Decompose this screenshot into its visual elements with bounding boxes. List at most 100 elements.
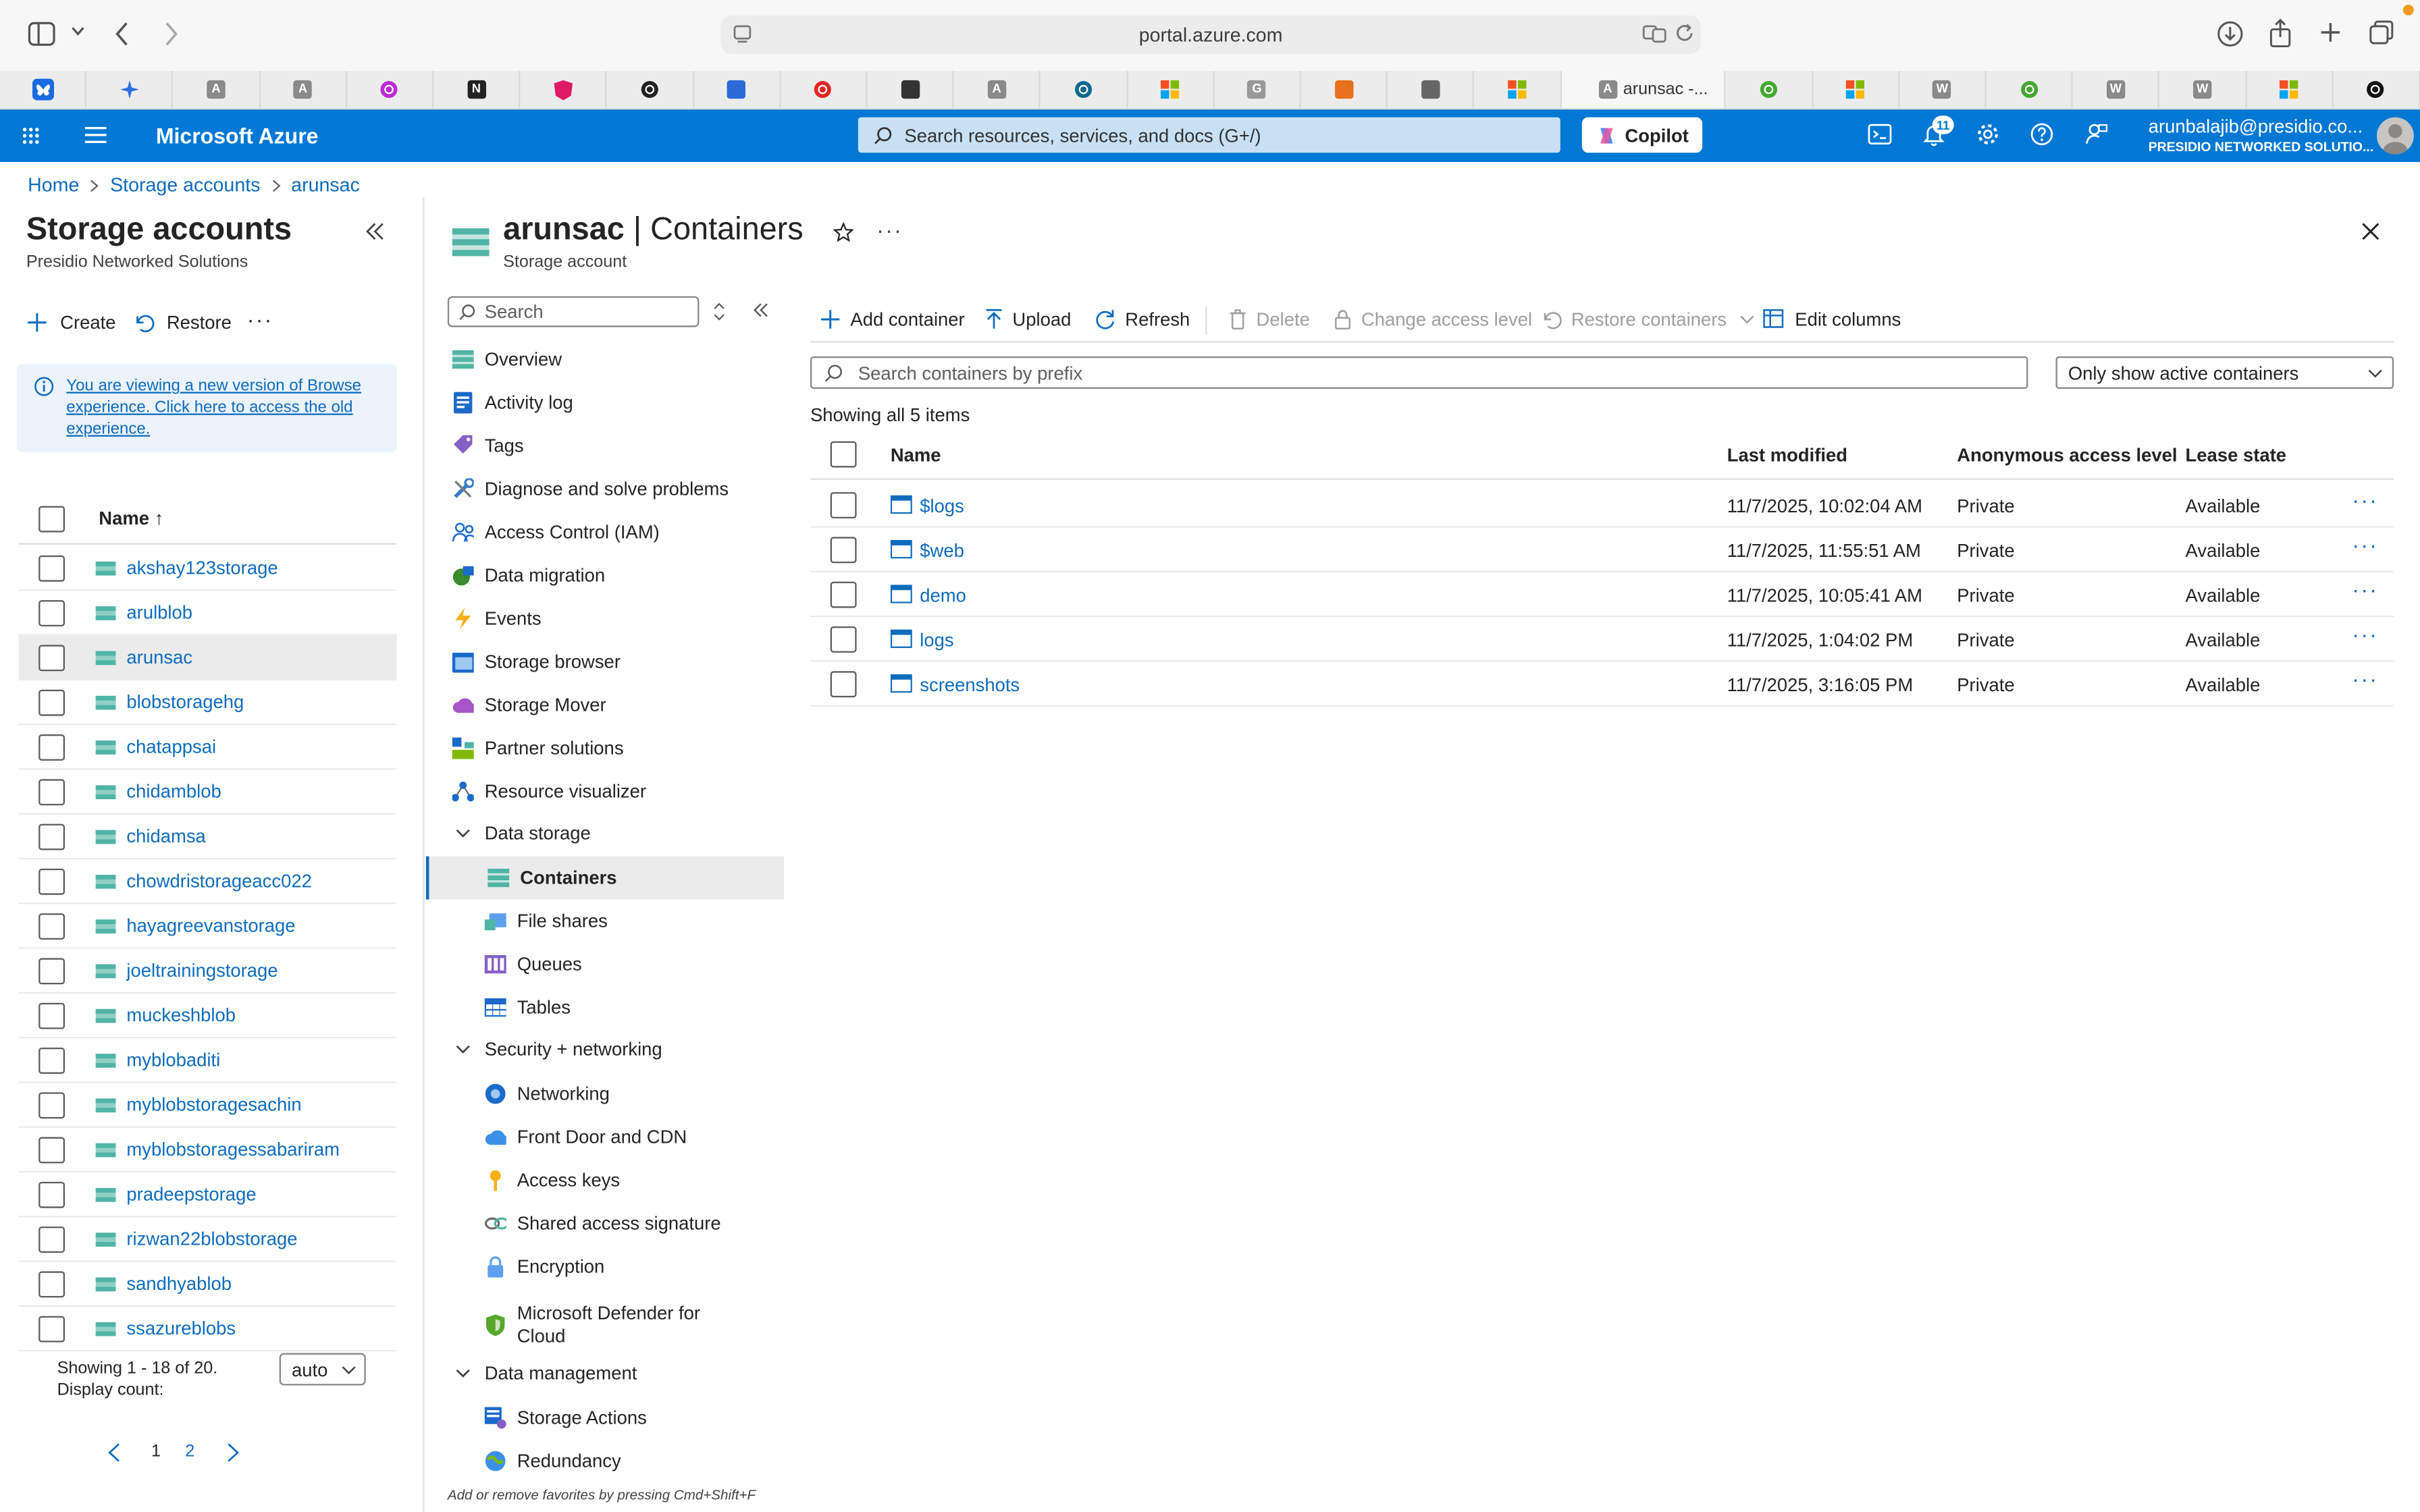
storage-account-row[interactable]: myblobstoragesachin [18, 1083, 397, 1128]
container-name[interactable]: screenshots [920, 674, 1020, 696]
user-email[interactable]: arunbalajib@presidio.co... [2149, 115, 2363, 137]
storage-account-name[interactable]: hayagreevanstorage [126, 915, 295, 936]
menu-item-microsoft-defender-for[interactable]: Microsoft Defender for Cloud [426, 1299, 784, 1352]
row-more-icon[interactable]: ··· [2352, 666, 2378, 691]
tab-overview-icon[interactable] [2369, 20, 2394, 45]
storage-account-name[interactable]: chidamblob [126, 781, 221, 803]
storage-account-row[interactable]: pradeepstorage [18, 1172, 397, 1218]
row-checkbox[interactable] [38, 912, 65, 939]
storage-account-name[interactable]: chidamsa [126, 826, 205, 847]
tab[interactable] [1475, 71, 1562, 108]
col-name[interactable]: Name [891, 444, 941, 466]
copilot-button[interactable]: Copilot [1581, 117, 1703, 153]
menu-item-networking[interactable]: Networking [426, 1073, 784, 1116]
row-checkbox[interactable] [38, 644, 65, 671]
row-checkbox[interactable] [38, 1225, 65, 1252]
tab[interactable] [1987, 71, 2074, 108]
container-row[interactable]: $web 11/7/2025, 11:55:51 AM Private Availab… [810, 528, 2394, 572]
storage-account-name[interactable]: akshay123storage [126, 557, 278, 578]
row-checkbox[interactable] [38, 1091, 65, 1118]
edit-columns-button[interactable]: Edit columns [1762, 308, 1901, 330]
storage-account-name[interactable]: blobstoragehg [126, 691, 244, 713]
storage-account-row[interactable]: chatappsai [18, 725, 397, 770]
tab[interactable] [868, 71, 955, 108]
menu-item-access-keys[interactable]: Access keys [426, 1159, 784, 1202]
translate-icon[interactable] [1642, 25, 1667, 43]
row-checkbox[interactable] [38, 1136, 65, 1163]
tab[interactable] [781, 71, 868, 108]
storage-account-name[interactable]: chatappsai [126, 736, 216, 757]
menu-item-tags[interactable]: Tags [426, 425, 784, 468]
tab[interactable] [86, 71, 174, 108]
menu-item-front-door-and-cdn[interactable]: Front Door and CDN [426, 1116, 784, 1159]
menu-item-activity-log[interactable]: Activity log [426, 381, 784, 425]
container-row[interactable]: demo 11/7/2025, 10:05:41 AM Private Availab… [810, 572, 2394, 618]
row-checkbox[interactable] [38, 1270, 65, 1297]
row-checkbox[interactable] [38, 688, 65, 716]
container-name[interactable]: $web [920, 540, 964, 562]
row-checkbox[interactable] [830, 492, 857, 518]
new-tab-icon[interactable] [2319, 22, 2341, 43]
tab[interactable] [607, 71, 694, 108]
tab[interactable] [347, 71, 434, 108]
container-name[interactable]: logs [920, 630, 953, 651]
forward-icon[interactable] [163, 22, 179, 47]
menu-item-encryption[interactable]: Encryption [426, 1245, 784, 1289]
breadcrumb-home[interactable]: Home [28, 174, 79, 196]
sidebar-toggle-icon[interactable] [28, 22, 55, 47]
row-checkbox[interactable] [38, 823, 65, 850]
share-icon[interactable] [2269, 18, 2292, 48]
storage-account-name[interactable]: muckeshblob [126, 1004, 236, 1026]
tab[interactable] [2246, 71, 2334, 108]
menu-item-partner-solutions[interactable]: Partner solutions [426, 727, 784, 770]
row-more-icon[interactable]: ··· [2352, 577, 2378, 602]
page-1[interactable]: 1 [151, 1442, 161, 1461]
row-checkbox[interactable] [38, 1002, 65, 1029]
favorite-star-icon[interactable] [833, 222, 853, 242]
tab[interactable] [1813, 71, 1900, 108]
cloud-shell-icon[interactable] [1868, 122, 1895, 150]
storage-account-name[interactable]: pradeepstorage [126, 1183, 256, 1205]
container-name[interactable]: $logs [920, 495, 964, 517]
storage-account-name[interactable]: myblobstoragesachin [126, 1094, 301, 1116]
tab[interactable]: N [433, 71, 521, 108]
menu-item-shared-access-signature[interactable]: Shared access signature [426, 1202, 784, 1245]
tab[interactable] [1388, 71, 1475, 108]
info-banner-link[interactable]: You are viewing a new version of Browse … [66, 375, 375, 439]
menu-item-events[interactable]: Events [426, 597, 784, 641]
storage-account-row[interactable]: arunsac [18, 635, 397, 680]
tab[interactable] [1301, 71, 1388, 108]
collapse-panel-icon[interactable] [366, 222, 384, 240]
menu-item-containers[interactable]: Containers [425, 856, 785, 900]
storage-account-row[interactable]: rizwan22blobstorage [18, 1217, 397, 1262]
container-name[interactable]: demo [920, 585, 966, 606]
upload-button[interactable]: Upload [984, 308, 1071, 330]
row-checkbox[interactable] [830, 671, 857, 698]
container-row[interactable]: screenshots 11/7/2025, 3:16:05 PM Private A… [810, 662, 2394, 707]
menu-item-resource-visualizer[interactable]: Resource visualizer [426, 770, 784, 813]
tab[interactable]: A [260, 71, 347, 108]
close-icon[interactable] [2361, 222, 2379, 240]
col-lease-state[interactable]: Lease state [2186, 444, 2286, 466]
info-banner[interactable]: You are viewing a new version of Browse … [17, 364, 397, 452]
storage-account-name[interactable]: myblobstoragessabariram [126, 1139, 340, 1160]
row-checkbox[interactable] [38, 599, 65, 626]
storage-account-name[interactable]: ssazureblobs [126, 1318, 236, 1339]
container-row[interactable]: logs 11/7/2025, 1:04:02 PM Private Availabl… [810, 617, 2394, 662]
row-checkbox[interactable] [38, 957, 65, 984]
change-access-level-button[interactable]: Change access level [1334, 308, 1532, 330]
tab[interactable] [694, 71, 781, 108]
storage-account-row[interactable]: muckeshblob [18, 994, 397, 1039]
storage-account-row[interactable]: blobstoragehg [18, 680, 397, 726]
storage-account-row[interactable]: chidamsa [18, 815, 397, 860]
row-checkbox[interactable] [830, 626, 857, 653]
storage-account-name[interactable]: joeltrainingstorage [126, 960, 278, 981]
storage-account-row[interactable]: ssazureblobs [18, 1307, 397, 1352]
address-bar[interactable]: portal.azure.com [720, 15, 1701, 54]
tab[interactable]: W [2160, 71, 2247, 108]
storage-account-row[interactable]: hayagreevanstorage [18, 904, 397, 949]
menu-item-file-shares[interactable]: File shares [426, 900, 784, 943]
row-checkbox[interactable] [38, 733, 65, 760]
row-more-icon[interactable]: ··· [2352, 622, 2378, 647]
tab[interactable] [1128, 71, 1215, 108]
